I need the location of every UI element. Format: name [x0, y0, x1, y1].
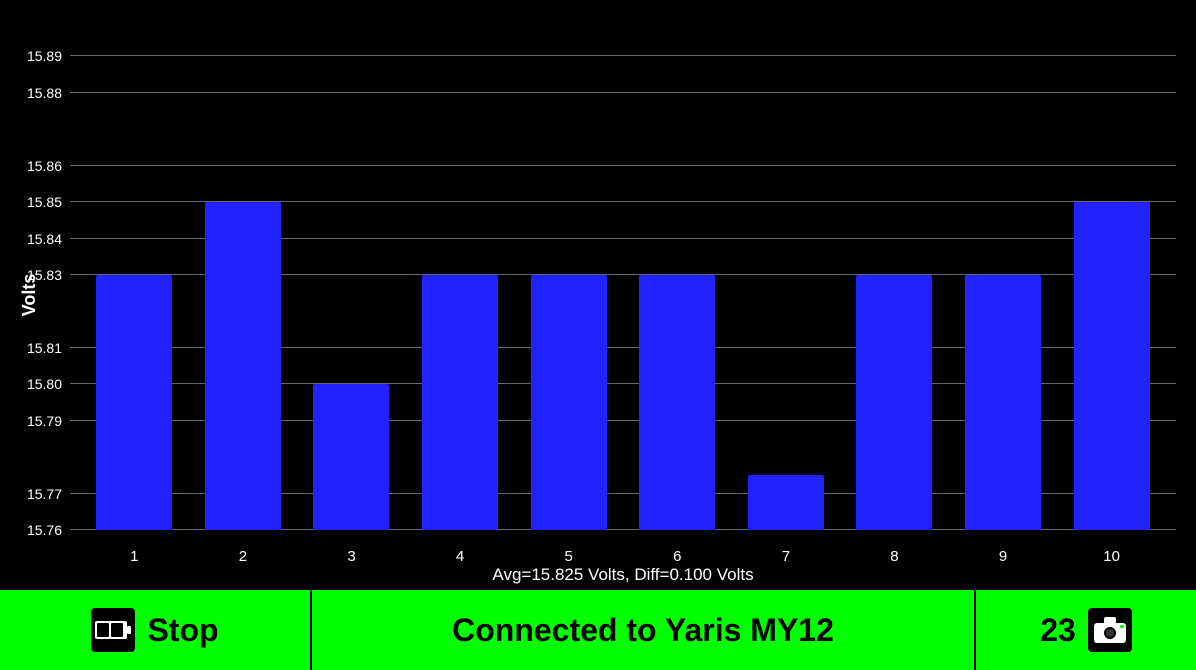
y-tick-label: 15.76 — [27, 522, 62, 538]
stop-button[interactable]: Stop — [147, 612, 218, 649]
bar-group — [514, 20, 623, 530]
bar-group — [189, 20, 298, 530]
bar-group — [406, 20, 515, 530]
bar — [1074, 202, 1150, 530]
y-tick-label: 15.85 — [27, 194, 62, 210]
x-tick-label: 3 — [297, 548, 406, 565]
x-tick-label: 2 — [189, 548, 298, 565]
bar — [531, 275, 607, 530]
y-tick-label: 15.89 — [27, 48, 62, 64]
x-tick-label: 7 — [732, 548, 841, 565]
y-tick-label: 15.83 — [27, 267, 62, 283]
bar — [422, 275, 498, 530]
chart-subtitle: Avg=15.825 Volts, Diff=0.100 Volts — [70, 565, 1176, 585]
y-tick-label: 15.88 — [27, 85, 62, 101]
bar — [639, 275, 715, 530]
chart-inner: 15.8915.8815.8615.8515.8415.8315.8115.80… — [70, 20, 1176, 530]
bar — [313, 384, 389, 530]
x-tick-label: 9 — [949, 548, 1058, 565]
y-tick-label: 15.86 — [27, 158, 62, 174]
count-label: 23 — [1040, 612, 1076, 649]
x-tick-label: 6 — [623, 548, 732, 565]
bottom-bar: Stop Connected to Yaris MY12 23 — [0, 590, 1196, 670]
y-tick-label: 15.79 — [27, 413, 62, 429]
bar-group — [949, 20, 1058, 530]
y-tick-label: 15.77 — [27, 486, 62, 502]
bar — [96, 275, 172, 530]
y-tick-label: 15.81 — [27, 340, 62, 356]
chart-area: Volts 15.8915.8815.8615.8515.8415.8315.8… — [0, 0, 1196, 590]
bar-group — [623, 20, 732, 530]
bar — [748, 475, 824, 530]
bar-group — [297, 20, 406, 530]
x-tick-label: 8 — [840, 548, 949, 565]
stop-section: Stop — [0, 590, 312, 670]
count-section: 23 — [976, 590, 1196, 670]
bars-container — [70, 20, 1176, 530]
x-tick-label: 5 — [514, 548, 623, 565]
battery-icon — [91, 608, 135, 652]
bar — [205, 202, 281, 530]
bar-group — [1057, 20, 1166, 530]
x-tick-label: 10 — [1057, 548, 1166, 565]
y-tick-label: 15.84 — [27, 231, 62, 247]
bar-group — [732, 20, 841, 530]
y-tick-label: 15.80 — [27, 376, 62, 392]
x-tick-label: 1 — [80, 548, 189, 565]
camera-icon[interactable] — [1088, 608, 1132, 652]
connection-label: Connected to Yaris MY12 — [452, 612, 834, 649]
bar-group — [840, 20, 949, 530]
bar — [856, 275, 932, 530]
bar-group — [80, 20, 189, 530]
bar — [965, 275, 1041, 530]
connection-section: Connected to Yaris MY12 — [312, 590, 976, 670]
x-tick-label: 4 — [406, 548, 515, 565]
